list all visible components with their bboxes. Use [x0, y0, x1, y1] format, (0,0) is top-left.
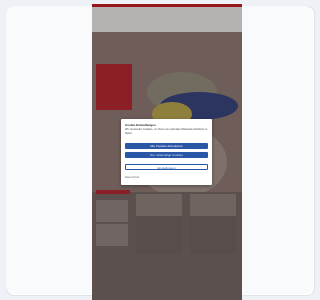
accept-all-button[interactable]: Alle Cookies akzeptieren [125, 143, 208, 149]
necessary-only-button[interactable]: Nur notwendige Cookies [125, 152, 208, 158]
settings-button[interactable]: Einstellungen [125, 164, 208, 170]
privacy-link[interactable]: Datenschutz [125, 176, 139, 180]
dialog-title: Cookie-Einstellungen [125, 123, 156, 127]
dialog-body: Wir verwenden Cookies, um Ihnen ein opti… [125, 128, 208, 135]
cookie-consent-dialog: Cookie-Einstellungen Wir verwenden Cooki… [121, 119, 212, 185]
right-margin [242, 6, 313, 294]
left-margin [6, 6, 92, 294]
